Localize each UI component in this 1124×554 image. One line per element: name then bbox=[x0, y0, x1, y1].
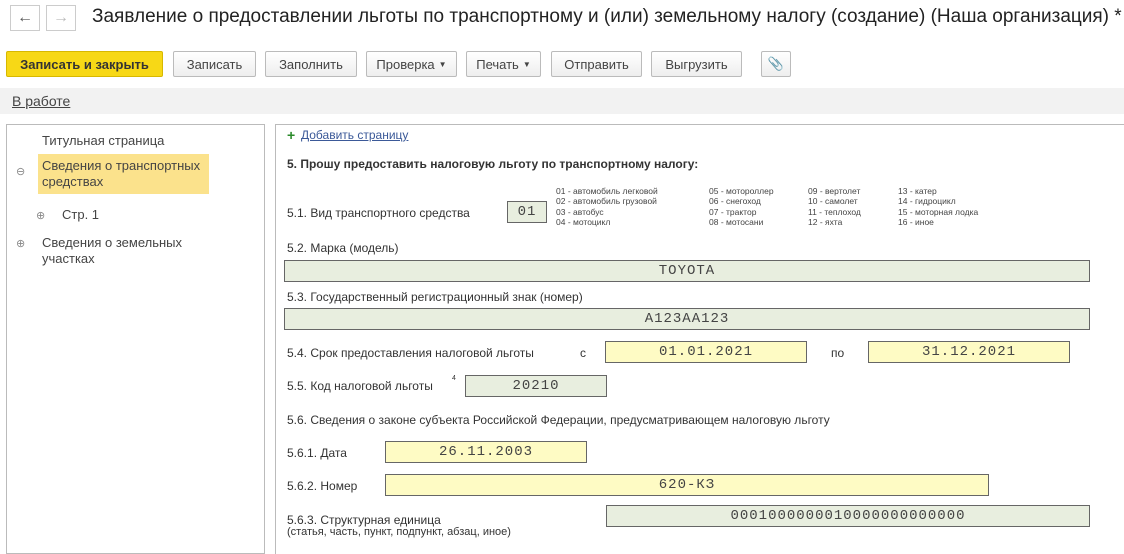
unit-sublabel: (статья, часть, пункт, подпункт, абзац, … bbox=[287, 526, 511, 538]
attach-button[interactable]: 📎 bbox=[761, 51, 791, 77]
unit-label: 5.6.3. Структурная единица bbox=[287, 513, 441, 527]
check-label: Проверка bbox=[376, 56, 435, 72]
paperclip-icon: 📎 bbox=[767, 56, 785, 71]
period-from-field[interactable]: 01.01.2021 bbox=[605, 341, 807, 363]
from-label: с bbox=[580, 346, 586, 360]
law-date-field[interactable]: 26.11.2003 bbox=[385, 441, 587, 463]
period-to-field[interactable]: 31.12.2021 bbox=[868, 341, 1070, 363]
window-title: Заявление о предоставлении льготы по тра… bbox=[92, 6, 1122, 27]
caret-down-icon: ▼ bbox=[522, 59, 531, 69]
vehicle-codes-col-2: 05 - мотороллер 06 - снегоход 07 - трактор… bbox=[709, 186, 774, 227]
back-button[interactable]: ← bbox=[10, 5, 40, 31]
expand-icon[interactable]: ⊕ bbox=[16, 237, 25, 250]
section-heading: 5. Прошу предоставить налоговую льготу п… bbox=[287, 157, 699, 171]
caret-down-icon: ▼ bbox=[438, 59, 447, 69]
law-label: 5.6. Сведения о законе субъекта Российск… bbox=[287, 413, 830, 427]
vehicle-type-field[interactable]: 01 bbox=[507, 201, 547, 223]
send-button[interactable]: Отправить bbox=[551, 51, 642, 77]
to-label: по bbox=[831, 346, 845, 360]
page-tree: Титульная страница ⊖ Сведения о транспор… bbox=[6, 124, 265, 554]
forward-button[interactable]: → bbox=[46, 5, 76, 31]
law-date-label: 5.6.1. Дата bbox=[287, 446, 347, 460]
brand-field[interactable]: TOYOTA bbox=[284, 260, 1090, 282]
reg-label: 5.3. Государственный регистрационный зна… bbox=[287, 290, 583, 304]
tree-item-land[interactable]: Сведения о земельных участках bbox=[42, 235, 202, 267]
check-dropdown-button[interactable]: Проверка ▼ bbox=[366, 51, 457, 77]
arrow-right-icon: → bbox=[53, 9, 69, 26]
benefit-code-field[interactable]: 20210 bbox=[465, 375, 607, 397]
code-label: 5.5. Код налоговой льготы bbox=[287, 379, 433, 393]
add-page-link[interactable]: Добавить страницу bbox=[301, 128, 408, 142]
declaration-form: + Добавить страницу 5. Прошу предоставит… bbox=[275, 124, 1124, 554]
law-number-field[interactable]: 620-КЗ bbox=[385, 474, 989, 496]
export-button[interactable]: Выгрузить bbox=[651, 51, 742, 77]
collapse-icon[interactable]: ⊖ bbox=[16, 165, 25, 178]
vehicle-codes-col-1: 01 - автомобиль легковой 02 - автомобиль … bbox=[556, 186, 658, 227]
vehicle-codes-col-3: 09 - вертолет 10 - самолет 11 - теплоход 12… bbox=[808, 186, 861, 227]
tree-item-page-1[interactable]: Стр. 1 bbox=[62, 207, 99, 223]
vehicle-codes-col-4: 13 - катер 14 - гидроцикл 15 - моторная ло… bbox=[898, 186, 979, 227]
fill-button[interactable]: Заполнить bbox=[265, 51, 357, 77]
print-label: Печать bbox=[476, 56, 519, 72]
arrow-left-icon: ← bbox=[17, 9, 33, 26]
save-button[interactable]: Записать bbox=[173, 51, 256, 77]
status-link[interactable]: В работе bbox=[12, 93, 70, 109]
print-dropdown-button[interactable]: Печать ▼ bbox=[466, 51, 541, 77]
brand-label: 5.2. Марка (модель) bbox=[287, 241, 399, 255]
plus-icon: + bbox=[287, 127, 296, 143]
structural-unit-field[interactable]: 0001000000010000000000000 bbox=[606, 505, 1090, 527]
status-bar: В работе bbox=[0, 88, 1124, 114]
tree-item-vehicles[interactable]: Сведения о транспортных средствах bbox=[38, 154, 209, 194]
expand-icon[interactable]: ⊕ bbox=[36, 209, 45, 222]
tree-item-title-page[interactable]: Титульная страница bbox=[42, 133, 164, 149]
law-number-label: 5.6.2. Номер bbox=[287, 479, 358, 493]
vehicle-type-label: 5.1. Вид транспортного средства bbox=[287, 206, 470, 220]
period-label: 5.4. Срок предоставления налоговой льгот… bbox=[287, 346, 534, 360]
save-close-button[interactable]: Записать и закрыть bbox=[6, 51, 163, 77]
code-footnote: 4 bbox=[452, 375, 456, 382]
reg-number-field[interactable]: A123AA123 bbox=[284, 308, 1090, 330]
